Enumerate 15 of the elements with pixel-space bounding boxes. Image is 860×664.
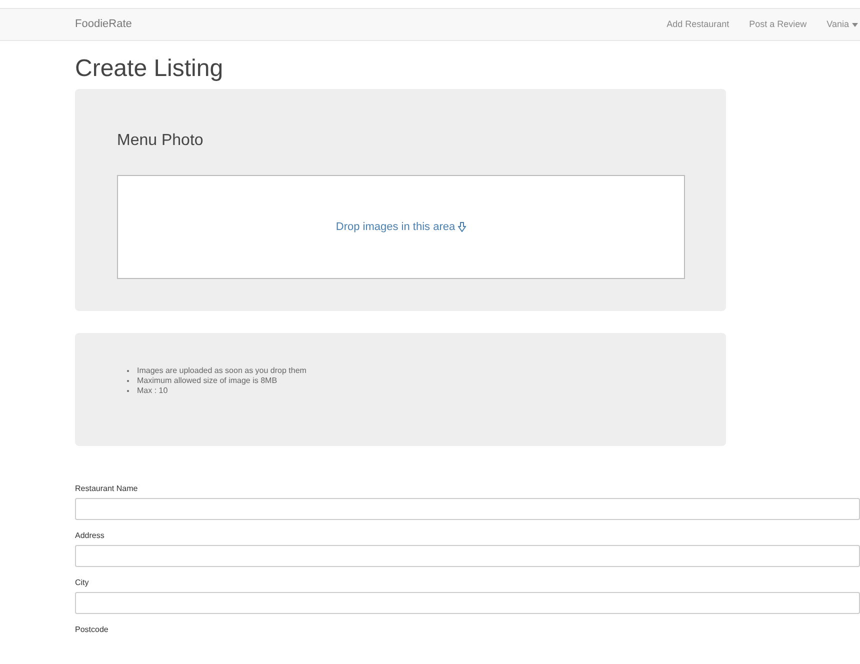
nav-link[interactable]: Post a Review — [749, 18, 807, 32]
field-label: Restaurant Name — [75, 483, 139, 495]
field-label: Postcode — [75, 624, 110, 636]
panel-title: Menu Photo — [117, 131, 204, 151]
user-menu[interactable]: Vania — [826, 18, 858, 32]
note-text: Max : 10 — [137, 386, 168, 396]
dropzone-text: Drop images in this area — [336, 218, 466, 236]
note-text: Maximum allowed size of image is 8MB — [137, 376, 278, 386]
field-label: City — [75, 577, 90, 589]
field-label: Address — [75, 530, 106, 542]
page-title: Create Listing — [75, 54, 224, 84]
note-text: Images are uploaded as soon as you drop them — [137, 366, 306, 376]
nav-link[interactable]: Add Restaurant — [666, 18, 730, 32]
dropzone[interactable]: Drop images in this area — [117, 175, 685, 279]
brand-link[interactable]: FoodieRate — [75, 16, 132, 33]
